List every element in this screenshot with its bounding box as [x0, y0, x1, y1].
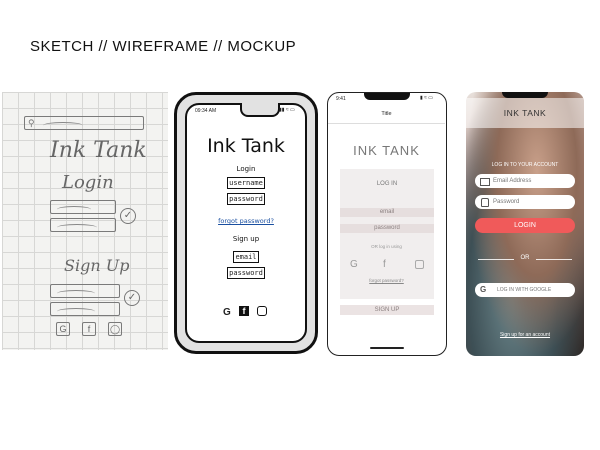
- sketch-password-field: [50, 218, 116, 232]
- signup-password-field[interactable]: password: [227, 267, 265, 279]
- wireframe-login-label: Login: [236, 165, 256, 173]
- status-icons: ▮▮ ≈ ▭: [279, 107, 295, 113]
- sketch-search-icon: ⚲: [28, 118, 35, 128]
- page-heading: SKETCH // WIREFRAME // MOCKUP: [30, 38, 297, 55]
- or-text: OR: [520, 255, 530, 261]
- nav-title: Title: [381, 111, 392, 117]
- facebook-icon[interactable]: f: [239, 306, 249, 316]
- facebook-icon[interactable]: f: [383, 259, 386, 270]
- wireframe-title: Ink Tank: [207, 135, 285, 157]
- wireframe-screen: 09:34 AM ▮▮ ≈ ▭ Ink Tank Login username …: [185, 103, 307, 343]
- sketch-check-icon: ✓: [120, 208, 136, 224]
- signup-button[interactable]: SIGN UP: [340, 305, 434, 315]
- status-time: 9:41: [336, 96, 346, 102]
- photo-mockup-phone: INK TANK LOG IN TO YOUR ACCOUNT Email Ad…: [466, 92, 584, 356]
- mockup-phone: 9:41 ▮ ≈ ▭ Title INK TANK LOG IN email p…: [327, 92, 447, 356]
- status-icons: ▮ ≈ ▭: [420, 95, 433, 101]
- google-icon[interactable]: G: [350, 259, 358, 270]
- sketch-signup-field-2: [50, 302, 120, 316]
- home-indicator: [370, 347, 404, 349]
- status-time: 09:34 AM: [195, 108, 217, 114]
- email-field[interactable]: email: [233, 251, 259, 263]
- password-field[interactable]: password: [340, 224, 434, 233]
- nav-divider: [328, 123, 445, 124]
- google-login-button[interactable]: LOG IN WITH GOOGLE: [475, 283, 575, 297]
- photo-brand: INK TANK: [503, 108, 547, 118]
- phone-notch: [240, 103, 280, 117]
- lock-icon: [481, 198, 489, 207]
- login-subtitle: LOG IN TO YOUR ACCOUNT: [491, 162, 559, 168]
- password-field[interactable]: password: [227, 193, 265, 205]
- signup-link[interactable]: Sign up for an account: [466, 332, 584, 338]
- wireframe-signup-label: Sign up: [232, 235, 260, 243]
- phone-notch: [364, 93, 410, 100]
- sketch-signup-label: Sign Up: [64, 256, 130, 275]
- mockup-brand: INK TANK: [353, 143, 420, 158]
- username-field[interactable]: username: [227, 177, 265, 189]
- google-icon: G: [480, 285, 487, 294]
- sketch-check-icon-2: ✓: [124, 290, 140, 306]
- wireframe-phone: 09:34 AM ▮▮ ≈ ▭ Ink Tank Login username …: [174, 92, 318, 354]
- email-input[interactable]: Email Address: [475, 174, 575, 188]
- sketch-panel: ⚲ Ink Tank Login ✓ Sign Up ✓ G f ◯: [2, 92, 168, 350]
- sketch-signup-field-1: [50, 284, 120, 298]
- sketch-title: Ink Tank: [50, 138, 147, 163]
- facebook-icon: f: [82, 322, 96, 336]
- forgot-password-link[interactable]: forgot password?: [328, 278, 445, 283]
- instagram-icon[interactable]: [257, 306, 267, 316]
- google-icon: G: [56, 322, 70, 336]
- or-text: OR log in using: [371, 244, 402, 249]
- forgot-password-link[interactable]: forgot password?: [187, 217, 305, 225]
- login-card-label: LOG IN: [376, 181, 398, 187]
- mail-icon: [480, 178, 490, 186]
- login-button[interactable]: LOGIN: [475, 218, 575, 233]
- google-icon[interactable]: G: [223, 307, 231, 318]
- or-divider-right: [536, 259, 572, 260]
- instagram-icon[interactable]: [415, 260, 424, 269]
- sketch-username-field: [50, 200, 116, 214]
- sketch-search-bar: ⚲: [24, 116, 144, 130]
- sketch-login-label: Login: [62, 172, 114, 193]
- instagram-icon: ◯: [108, 322, 122, 336]
- email-field[interactable]: email: [340, 208, 434, 217]
- password-input[interactable]: Password: [475, 195, 575, 209]
